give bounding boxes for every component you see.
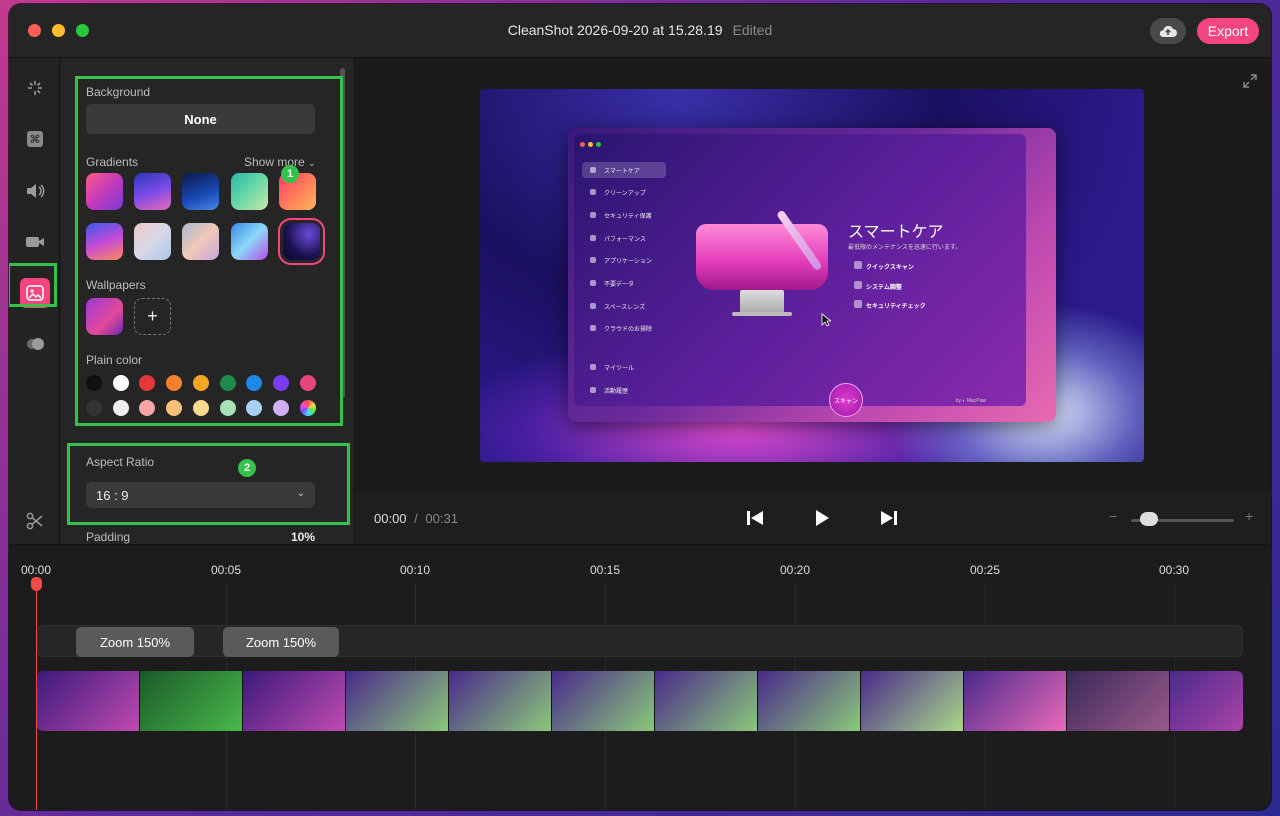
sidebar-item-trim[interactable]: [9, 501, 60, 541]
playhead-handle[interactable]: [31, 577, 42, 591]
play-button[interactable]: [811, 507, 833, 529]
svg-text:⌘: ⌘: [29, 133, 40, 146]
preview-canvas[interactable]: スマートケア クリーンアップ セキュリティ保護 パフォーマンス アプリケーション…: [480, 89, 1144, 462]
zoom-in-button[interactable]: +: [1245, 508, 1253, 524]
sidebar-item-audio[interactable]: [9, 171, 60, 211]
filmstrip-frame: [37, 671, 140, 731]
cloud-upload-button[interactable]: [1150, 18, 1186, 44]
skip-forward-button[interactable]: [878, 507, 900, 529]
captured-sidebar-item: クリーンアップ: [582, 184, 666, 200]
captured-brand-label: by ◐ MacPaw: [955, 398, 986, 404]
captured-subtitle: 最低限のメンテナンスを迅速に行います。: [848, 245, 962, 251]
timeline-tick: 00:10: [399, 563, 431, 577]
play-icon: [816, 510, 829, 526]
filmstrip-frame: [552, 671, 655, 731]
captured-scan-button: スキャン: [829, 383, 863, 417]
captured-heading: スマートケア: [848, 224, 944, 241]
padding-label: Padding: [86, 530, 131, 544]
filmstrip-frame: [140, 671, 243, 731]
zoom-slider-handle[interactable]: [1140, 512, 1158, 526]
export-button[interactable]: Export: [1197, 18, 1259, 44]
filmstrip-frame: [655, 671, 758, 731]
video-filmstrip[interactable]: [37, 671, 1243, 731]
filmstrip-frame: [449, 671, 552, 731]
filmstrip-frame: [964, 671, 1067, 731]
imac-illustration: [696, 209, 828, 324]
time-separator: /: [414, 511, 418, 526]
speaker-icon: [26, 184, 44, 198]
captured-sidebar-item: パフォーマンス: [582, 230, 666, 246]
toggle-record-icon: [26, 338, 44, 350]
filmstrip-frame: [1170, 671, 1243, 731]
app-window: CleanShot 2026-09-20 at 15.28.19 Edited E…: [9, 4, 1271, 810]
timeline[interactable]: 00:00 00:05 00:10 00:15 00:20 00:25 00:3…: [9, 544, 1271, 810]
edited-label: Edited: [732, 22, 773, 38]
skip-back-button[interactable]: [744, 507, 766, 529]
expand-icon: [1243, 74, 1257, 88]
playback-controls: 00:00 / 00:31 − +: [354, 493, 1271, 544]
padding-value: 10%: [290, 530, 315, 544]
cloud-upload-icon: [1159, 25, 1177, 37]
window-title: CleanShot 2026-09-20 at 15.28.19 Edited: [9, 22, 1271, 38]
captured-sidebar-item: スペースレンズ: [582, 298, 666, 314]
zoom-clip[interactable]: Zoom 150%: [76, 627, 194, 657]
filmstrip-frame: [346, 671, 449, 731]
timeline-tick: 00:20: [779, 563, 811, 577]
zoom-clip[interactable]: Zoom 150%: [223, 627, 339, 657]
captured-sidebar-item: スマートケア: [582, 162, 666, 178]
timeline-tick: 00:30: [1158, 563, 1190, 577]
filmstrip-frame: [243, 671, 346, 731]
captured-sidebar-item: マイツール: [582, 359, 666, 375]
file-name: CleanShot 2026-09-20 at 15.28.19: [507, 22, 723, 38]
timeline-tick: 00:05: [210, 563, 242, 577]
captured-feature: クイックスキャン: [854, 261, 914, 271]
sidebar-item-cursor[interactable]: [9, 68, 60, 108]
captured-sidebar-item: 不要データ: [582, 275, 666, 291]
preview-area: スマートケア クリーンアップ セキュリティ保護 パフォーマンス アプリケーション…: [354, 58, 1271, 493]
current-time: 00:00: [374, 511, 407, 526]
padding-row: Padding 10%: [86, 530, 315, 544]
highlight-frame-background: [75, 76, 343, 426]
timeline-tick: 00:25: [969, 563, 1001, 577]
filmstrip-frame: [758, 671, 861, 731]
skip-forward-icon: [881, 511, 897, 525]
time-display: 00:00 / 00:31: [374, 511, 458, 526]
sparkle-cursor-icon: [27, 81, 42, 95]
timeline-tick: 00:00: [20, 563, 52, 577]
captured-sidebar-item: セキュリティ保護: [582, 207, 666, 223]
playhead-line: [36, 581, 37, 810]
captured-sidebar-item: 活動履歴: [582, 382, 666, 398]
title-bar: CleanShot 2026-09-20 at 15.28.19 Edited E…: [9, 4, 1271, 58]
captured-app-window: スマートケア クリーンアップ セキュリティ保護 パフォーマンス アプリケーション…: [568, 128, 1056, 422]
highlight-frame-sidebar: [9, 263, 57, 307]
command-key-icon: ⌘: [26, 131, 43, 147]
zoom-track[interactable]: [37, 625, 1243, 657]
highlight-frame-aspect-ratio: [67, 443, 350, 525]
video-camera-icon: [25, 237, 44, 247]
filmstrip-frame: [861, 671, 964, 731]
fullscreen-button[interactable]: [1243, 74, 1257, 93]
captured-sidebar-item: クラウドのお掃除: [582, 320, 666, 336]
captured-app-content: スマートケア クリーンアップ セキュリティ保護 パフォーマンス アプリケーション…: [574, 134, 1026, 406]
sidebar-item-keystrokes[interactable]: ⌘: [9, 119, 60, 159]
captured-sidebar-item: アプリケーション: [582, 252, 666, 268]
scissors-icon: [26, 512, 42, 530]
sidebar-item-record-toggle[interactable]: [9, 324, 60, 364]
timeline-tick: 00:15: [589, 563, 621, 577]
captured-feature: セキュリティチェック: [854, 300, 926, 310]
zoom-out-button[interactable]: −: [1109, 508, 1117, 524]
total-duration: 00:31: [425, 511, 458, 526]
sidebar-item-camera[interactable]: [9, 222, 60, 262]
filmstrip-frame: [1067, 671, 1170, 731]
captured-feature: システム調整: [854, 281, 902, 291]
mouse-cursor-icon: [821, 313, 831, 327]
skip-back-icon: [747, 511, 763, 525]
